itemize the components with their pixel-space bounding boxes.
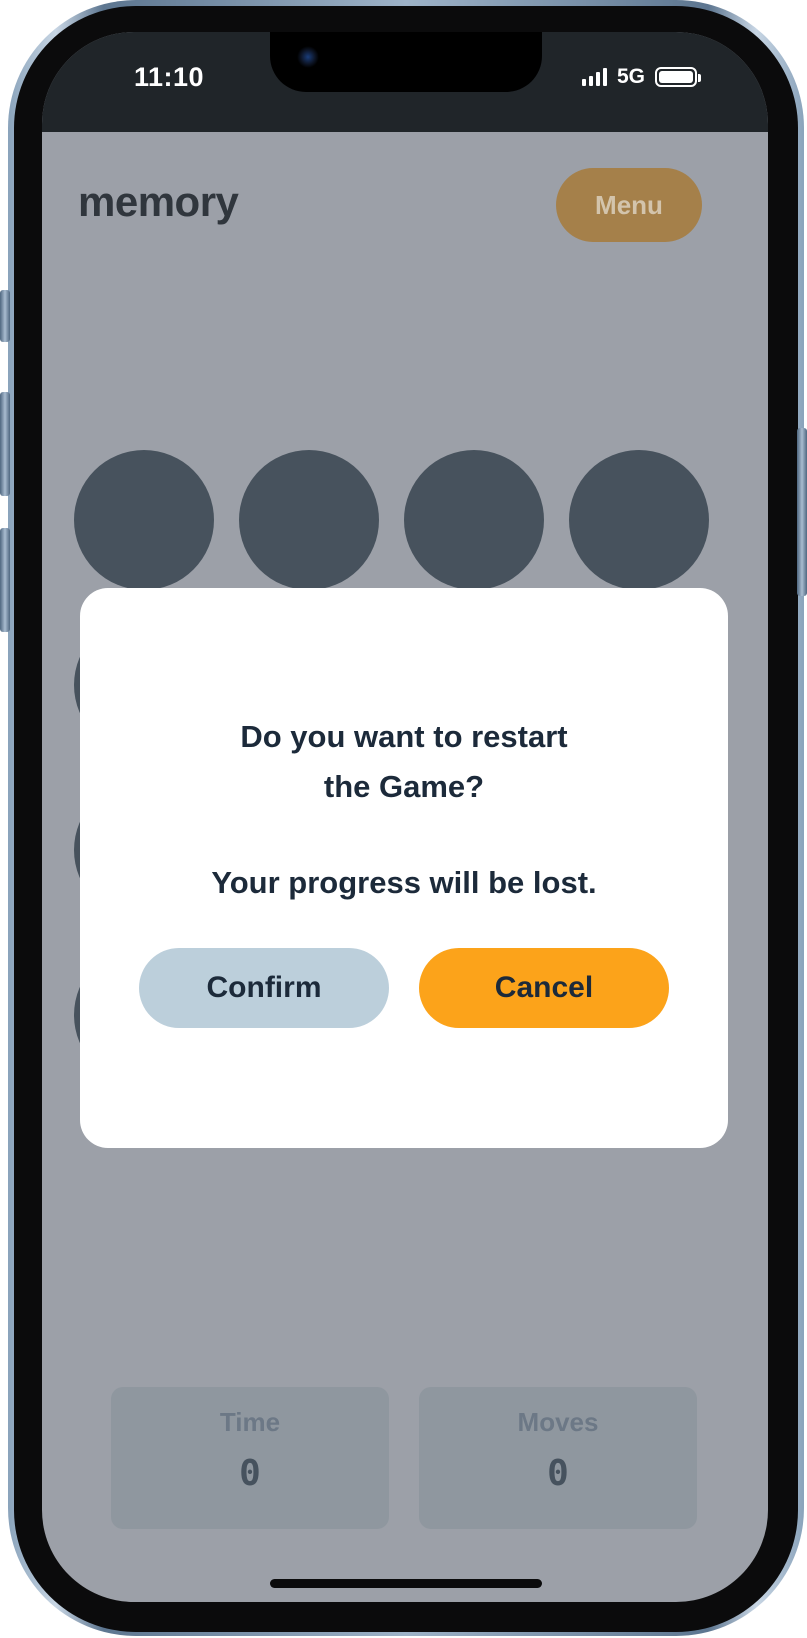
menu-button[interactable]: Menu — [556, 168, 702, 242]
restart-dialog: Do you want to restart the Game? Your pr… — [80, 588, 728, 1148]
volume-up-button — [0, 392, 10, 496]
memory-tile[interactable] — [404, 450, 544, 590]
app-title: memory — [78, 178, 239, 225]
home-indicator[interactable] — [270, 1579, 542, 1588]
phone-frame: 11:10 5G memory Menu Time 0 Moves 0 Do y… — [0, 0, 807, 1638]
memory-tile[interactable] — [239, 450, 379, 590]
time-stat: Time 0 — [111, 1387, 389, 1529]
dialog-question-line2: the Game? — [323, 769, 485, 804]
screen: 11:10 5G memory Menu Time 0 Moves 0 Do y… — [42, 32, 768, 1602]
moves-label: Moves — [517, 1407, 599, 1437]
moves-value: 0 — [547, 1453, 569, 1494]
time-value: 0 — [239, 1453, 261, 1494]
dialog-question: Do you want to restart the Game? — [80, 712, 728, 812]
memory-tile[interactable] — [74, 450, 214, 590]
status-time: 11:10 — [134, 62, 205, 92]
time-label: Time — [219, 1407, 281, 1437]
action-button — [0, 290, 10, 342]
notch — [270, 32, 542, 92]
status-indicators: 5G — [582, 65, 702, 88]
dialog-question-line1: Do you want to restart — [240, 719, 568, 754]
memory-tile[interactable] — [569, 450, 709, 590]
signal-icon — [582, 68, 607, 86]
power-button — [797, 428, 807, 596]
status-bar: 11:10 5G — [42, 32, 768, 132]
confirm-button[interactable]: Confirm — [139, 948, 389, 1028]
moves-stat: Moves 0 — [419, 1387, 697, 1529]
volume-down-button — [0, 528, 10, 632]
dialog-warning: Your progress will be lost. — [211, 865, 597, 900]
cancel-button[interactable]: Cancel — [419, 948, 669, 1028]
battery-icon — [655, 67, 702, 87]
network-label: 5G — [617, 65, 646, 88]
front-camera — [297, 46, 319, 68]
